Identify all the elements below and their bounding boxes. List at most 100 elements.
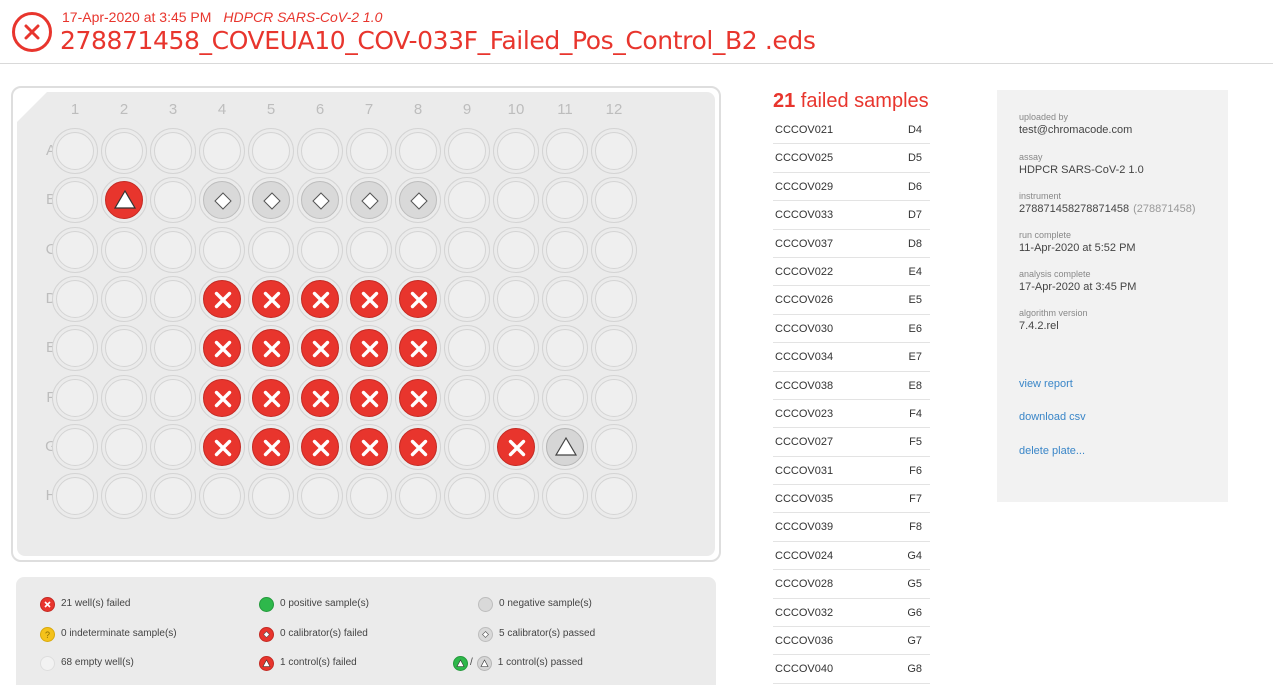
well-C2[interactable] [101,226,147,273]
list-item[interactable]: CCCOV026 E5 [773,286,930,315]
well-A5[interactable] [248,128,294,174]
well-F7[interactable] [346,374,392,421]
well-D3[interactable] [150,275,196,322]
well-F9[interactable] [444,374,490,421]
well-C11[interactable] [542,226,588,273]
well-E1[interactable] [52,325,98,372]
well-C5[interactable] [248,226,294,273]
well-E2[interactable] [101,325,147,372]
well-F10[interactable] [493,374,539,421]
well-C10[interactable] [493,226,539,273]
well-D11[interactable] [542,275,588,322]
well-F1[interactable] [52,374,98,421]
well-H5[interactable] [248,473,294,520]
list-item[interactable]: CCCOV031 F6 [773,457,930,486]
well-E8[interactable] [395,325,441,372]
well-G10[interactable] [493,423,539,470]
well-C7[interactable] [346,226,392,273]
well-C8[interactable] [395,226,441,273]
well-D7[interactable] [346,275,392,322]
well-F11[interactable] [542,374,588,421]
well-B8[interactable] [395,177,441,224]
list-item[interactable]: CCCOV040 G8 [773,655,930,684]
download-csv-link[interactable]: download csv [1019,411,1086,423]
well-C3[interactable] [150,226,196,273]
well-A8[interactable] [395,128,441,174]
well-E3[interactable] [150,325,196,372]
well-B3[interactable] [150,177,196,224]
well-G7[interactable] [346,423,392,470]
well-A12[interactable] [591,128,637,174]
well-G11[interactable] [542,423,588,470]
well-H4[interactable] [199,473,245,520]
well-F3[interactable] [150,374,196,421]
well-A3[interactable] [150,128,196,174]
well-C6[interactable] [297,226,343,273]
well-E5[interactable] [248,325,294,372]
well-B6[interactable] [297,177,343,224]
view-report-link[interactable]: view report [1019,378,1073,390]
well-D12[interactable] [591,275,637,322]
well-D8[interactable] [395,275,441,322]
well-D10[interactable] [493,275,539,322]
well-B4[interactable] [199,177,245,224]
list-item[interactable]: CCCOV039 F8 [773,513,930,542]
well-A10[interactable] [493,128,539,174]
well-D9[interactable] [444,275,490,322]
well-F8[interactable] [395,374,441,421]
well-F5[interactable] [248,374,294,421]
well-H2[interactable] [101,473,147,520]
well-B11[interactable] [542,177,588,224]
well-B10[interactable] [493,177,539,224]
well-H11[interactable] [542,473,588,520]
well-F12[interactable] [591,374,637,421]
well-D2[interactable] [101,275,147,322]
well-B12[interactable] [591,177,637,224]
well-E6[interactable] [297,325,343,372]
list-item[interactable]: CCCOV021 D4 [773,116,930,145]
well-H1[interactable] [52,473,98,520]
well-A1[interactable] [52,128,98,174]
list-item[interactable]: CCCOV029 D6 [773,173,930,202]
well-F6[interactable] [297,374,343,421]
well-G5[interactable] [248,423,294,470]
well-H12[interactable] [591,473,637,520]
well-C9[interactable] [444,226,490,273]
well-H9[interactable] [444,473,490,520]
well-A11[interactable] [542,128,588,174]
well-E11[interactable] [542,325,588,372]
list-item[interactable]: CCCOV032 G6 [773,599,930,628]
list-item[interactable]: CCCOV038 E8 [773,372,930,400]
well-C12[interactable] [591,226,637,273]
well-C1[interactable] [52,226,98,273]
well-A7[interactable] [346,128,392,174]
well-E12[interactable] [591,325,637,372]
list-item[interactable]: CCCOV028 G5 [773,570,930,599]
list-item[interactable]: CCCOV034 E7 [773,343,930,372]
well-D1[interactable] [52,275,98,322]
well-A9[interactable] [444,128,490,174]
well-G8[interactable] [395,423,441,470]
well-D6[interactable] [297,275,343,322]
list-item[interactable]: CCCOV033 D7 [773,201,930,230]
well-G4[interactable] [199,423,245,470]
well-H7[interactable] [346,473,392,520]
well-F2[interactable] [101,374,147,421]
list-item[interactable]: CCCOV030 E6 [773,315,930,344]
list-item[interactable]: CCCOV024 G4 [773,542,930,571]
well-B2[interactable] [101,177,147,224]
well-A2[interactable] [101,128,147,174]
well-G6[interactable] [297,423,343,470]
well-E4[interactable] [199,325,245,372]
well-G2[interactable] [101,423,147,470]
well-D4[interactable] [199,275,245,322]
well-A6[interactable] [297,128,343,174]
list-item[interactable]: CCCOV027 F5 [773,428,930,457]
well-B7[interactable] [346,177,392,224]
well-C4[interactable] [199,226,245,273]
well-H8[interactable] [395,473,441,520]
well-G3[interactable] [150,423,196,470]
well-E10[interactable] [493,325,539,372]
list-item[interactable]: CCCOV037 D8 [773,230,930,258]
list-item[interactable]: CCCOV035 F7 [773,485,930,514]
